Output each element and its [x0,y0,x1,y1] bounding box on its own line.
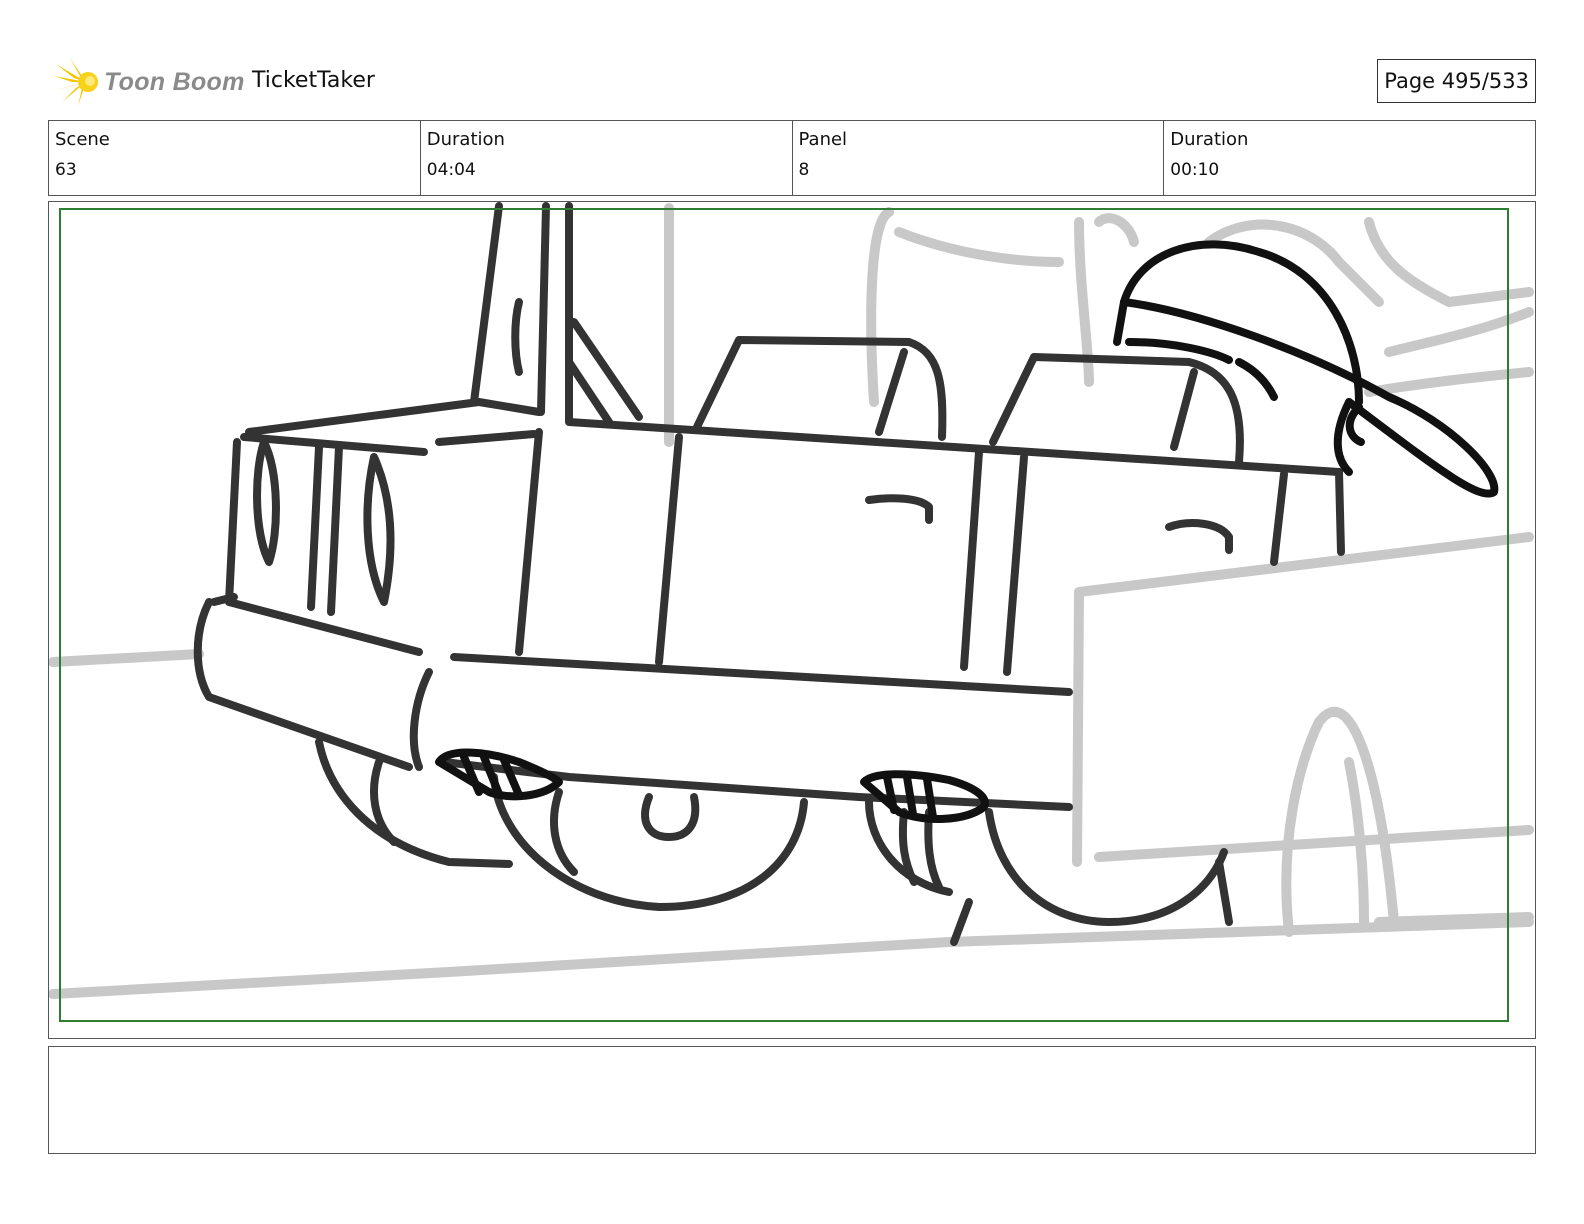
character-sketch [435,240,1499,823]
page-indicator: Page 495/533 [1377,59,1536,103]
background-sketch [49,203,1534,999]
info-label: Duration [1170,129,1249,150]
panel-notes [48,1046,1536,1154]
info-cell-panel-duration: Duration 00:10 [1164,121,1535,195]
logo-text: Toon Boom [104,67,245,96]
page-header: Toon Boom TicketTaker Page 495/533 [48,56,1536,108]
project-title: TicketTaker [252,68,375,93]
info-value: 63 [55,160,77,180]
info-value: 04:04 [426,160,476,180]
toon-boom-logo: Toon Boom [52,56,245,108]
starburst-icon [54,58,98,106]
info-cell-panel: Panel 8 [793,121,1165,195]
info-cell-scene-duration: Duration 04:04 [421,121,793,195]
vehicle-sketch [193,202,1345,946]
storyboard-panel [48,201,1536,1039]
panel-sketch [49,202,1534,1022]
info-label: Scene [55,129,110,150]
info-label: Panel [798,129,848,150]
info-value: 8 [798,160,810,180]
scene-info-table: Scene 63 Duration 04:04 Panel 8 Duration… [48,120,1536,196]
info-cell-scene: Scene 63 [49,121,421,195]
info-label: Duration [426,129,505,150]
info-value: 00:10 [1170,160,1220,180]
